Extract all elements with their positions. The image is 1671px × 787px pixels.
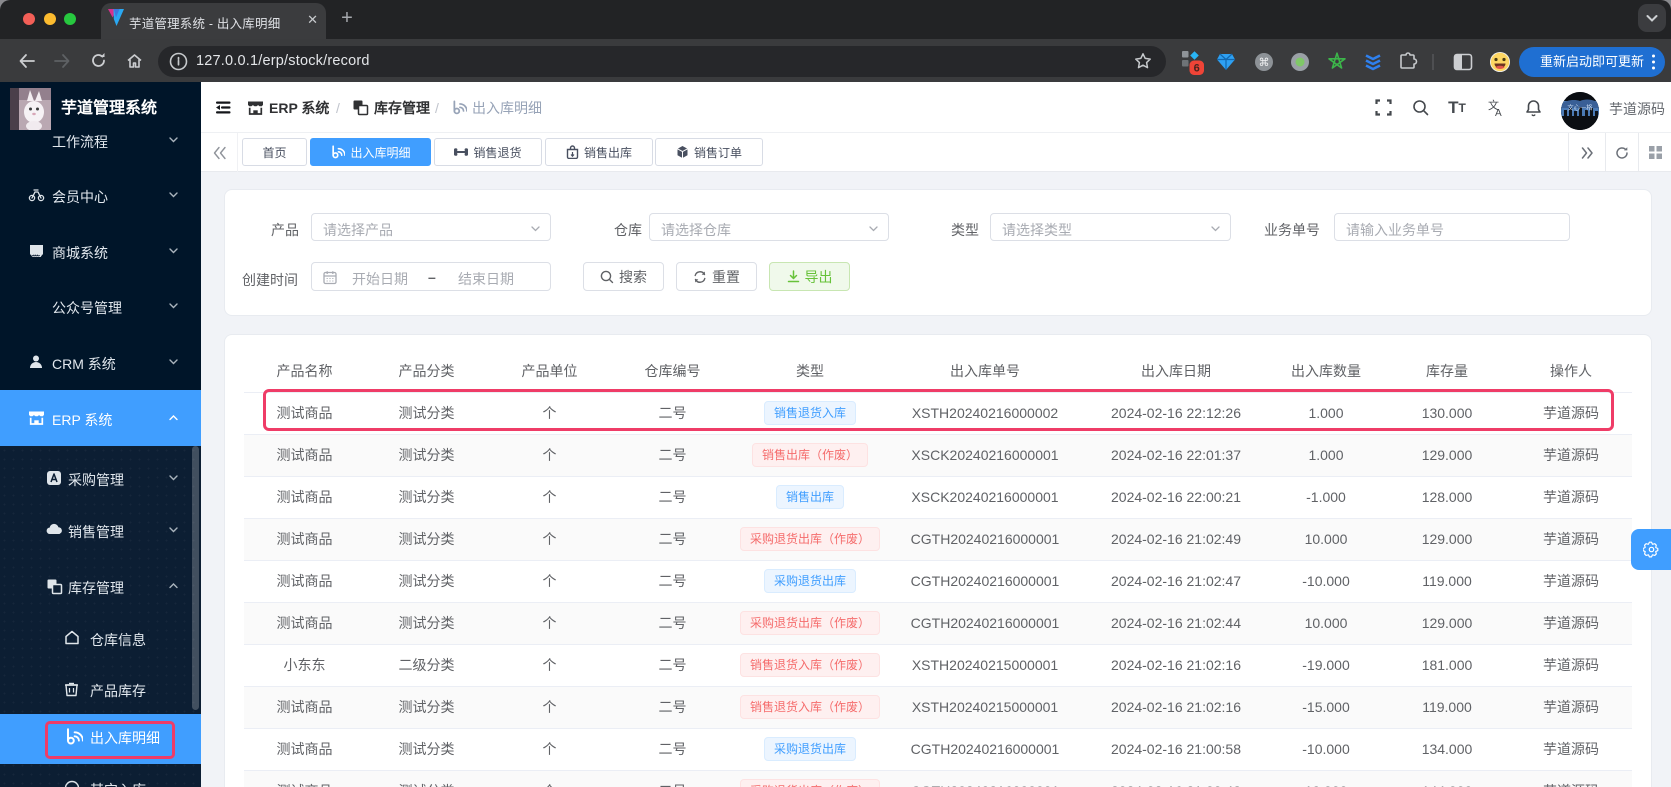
svg-text:文心一格: 文心一格 bbox=[1567, 103, 1593, 112]
svg-text:A: A bbox=[1495, 108, 1502, 117]
svg-text:⌘: ⌘ bbox=[1259, 57, 1270, 69]
svg-text:6: 6 bbox=[1194, 63, 1200, 75]
